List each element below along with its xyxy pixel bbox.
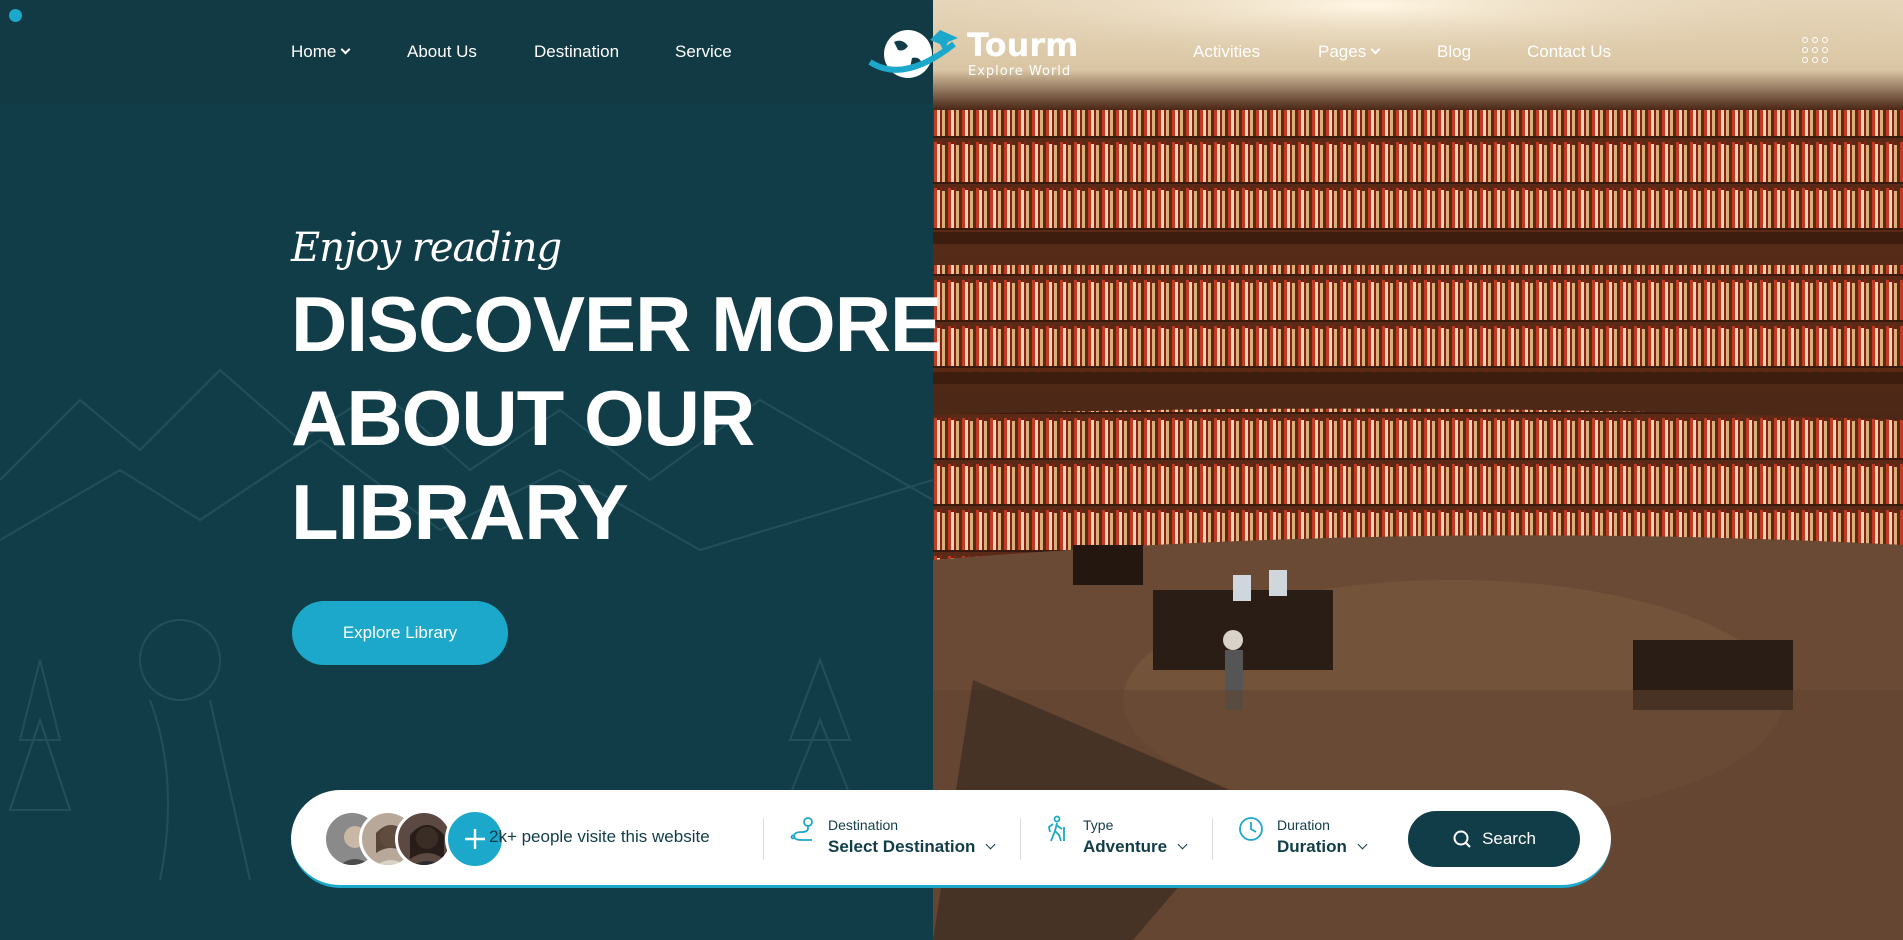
nav-destination[interactable]: Destination <box>534 42 619 62</box>
destination-value: Select Destination <box>828 837 976 856</box>
nav-contact-us[interactable]: Contact Us <box>1527 42 1611 62</box>
nav-blog[interactable]: Blog <box>1437 42 1471 62</box>
duration-label: Duration <box>1277 817 1330 833</box>
destination-label: Destination <box>828 817 899 833</box>
duration-select[interactable]: Duration Duration <box>1237 813 1387 869</box>
divider <box>1212 818 1213 860</box>
hero-title-line: LIBRARY <box>291 468 629 556</box>
visitor-avatars <box>323 809 505 869</box>
map-route-icon <box>790 817 813 841</box>
destination-select[interactable]: Destination Select Destination <box>788 813 998 869</box>
nav-home[interactable]: Home <box>291 42 351 62</box>
plus-icon <box>465 829 485 849</box>
destination-value-row: Select Destination <box>828 837 996 857</box>
nav-home-label: Home <box>291 42 337 61</box>
search-icon <box>1453 830 1471 848</box>
nav-pages-label: Pages <box>1318 42 1367 61</box>
type-select[interactable]: Type Adventure <box>1043 813 1203 869</box>
duration-value-row: Duration <box>1277 837 1368 857</box>
hero-title-line: DISCOVER MORE <box>291 280 942 368</box>
logo-subtitle: Explore World <box>968 64 1072 79</box>
search-button[interactable]: Search <box>1408 811 1580 867</box>
search-bar: 2k+ people visite this website Destinati… <box>291 790 1611 888</box>
divider <box>1020 818 1021 860</box>
hero-subtitle: Enjoy reading <box>291 225 562 271</box>
search-button-label: Search <box>1482 829 1536 848</box>
type-value-row: Adventure <box>1083 837 1188 857</box>
nav-pages[interactable]: Pages <box>1318 42 1381 62</box>
chevron-down-icon <box>1370 44 1381 55</box>
chevron-down-icon <box>1357 839 1368 850</box>
type-value: Adventure <box>1083 837 1168 856</box>
type-label: Type <box>1083 817 1114 833</box>
logo-title[interactable]: Tourm <box>967 26 1078 64</box>
site-header: Home About Us Destination Service Tourm … <box>0 0 1903 103</box>
hiker-icon <box>1048 815 1065 842</box>
nav-service[interactable]: Service <box>675 42 732 62</box>
chevron-down-icon <box>1177 839 1188 850</box>
divider <box>763 818 764 860</box>
duration-value: Duration <box>1277 837 1347 856</box>
hero-title-line: ABOUT OUR <box>291 374 755 462</box>
chevron-down-icon <box>340 44 351 55</box>
chevron-down-icon <box>985 839 996 850</box>
scroll-indicator-dot <box>9 9 22 22</box>
hero-title: DISCOVER MORE ABOUT OUR LIBRARY <box>291 277 951 559</box>
clock-icon <box>1239 817 1263 841</box>
nav-activities[interactable]: Activities <box>1193 42 1260 62</box>
grid-menu-icon[interactable] <box>1802 37 1828 63</box>
explore-library-button[interactable]: Explore Library <box>292 601 508 665</box>
visitors-count-text: 2k+ people visite this website <box>489 827 710 846</box>
nav-about-us[interactable]: About Us <box>407 42 477 62</box>
